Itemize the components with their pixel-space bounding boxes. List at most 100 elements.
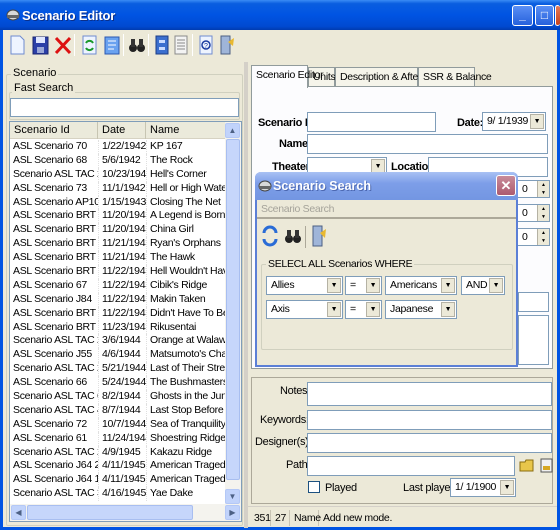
list-item[interactable]: ASL Scenario 61 11/24/1944 Shoestring Ridg… [10,431,230,446]
vertical-scroll-thumb[interactable] [226,139,240,480]
list-item[interactable]: Scenario ASL TAC 418/7/1944Last Stop Bef… [10,403,232,418]
notes-input[interactable] [307,382,552,406]
list-item[interactable]: ASL Scenario BRT 7 11/22/1943 Didn't Have … [10,306,232,321]
column-header-date[interactable]: Date [98,122,146,139]
scroll-left-button[interactable]: ◀ [11,505,26,520]
criteria-2-field[interactable]: Axis ▼ [266,300,343,319]
criteria-1-value[interactable]: Americans ▼ [385,276,457,295]
list-item[interactable]: ASL Scenario 73 11/1/1942 Hell or High Wat… [10,181,230,196]
list-item[interactable]: ASL Scenario 70 1/22/1942 KP 167 [10,140,230,154]
list-item[interactable]: ASL Scenario 72 10/7/1944 Sea of Tranquili… [10,417,230,432]
criteria-1-conjunction[interactable]: AND ▼ [461,276,505,295]
refresh-icon[interactable] [79,34,99,56]
scroll-right-button[interactable]: ▶ [225,505,240,520]
document-icon[interactable] [171,34,191,56]
minimize-button[interactable]: _ [512,5,533,26]
new-icon[interactable] [7,34,27,56]
name-input[interactable] [307,134,548,154]
criteria-2-operator[interactable]: = ▼ [345,300,382,319]
dropdown-arrow-icon[interactable]: ▼ [489,278,503,293]
list-item[interactable]: Scenario ASL TAC 304/16/1945Yae Dake [10,487,230,502]
list-item[interactable]: Scenario ASL TAC 294/9/1945Kakazu Ridge [10,445,230,460]
spinner-3[interactable]: 0 ▲ ▼ [517,228,550,246]
dropdown-arrow-icon[interactable]: ▼ [530,114,544,129]
list-item[interactable]: Scenario ASL TAC 275/21/1944Last of Thei… [10,362,232,377]
maximize-button[interactable]: □ [535,5,554,26]
scenario-id-input[interactable] [307,112,436,132]
dropdown-arrow-icon[interactable]: ▼ [371,159,385,173]
save-icon[interactable] [30,34,50,56]
dialog-close-button[interactable]: ✕ [496,175,516,196]
dropdown-arrow-icon[interactable]: ▼ [441,302,455,317]
close-button[interactable] [555,5,560,26]
list-item[interactable]: Scenario ASL TAC 2410/23/1942Hell's Corn… [10,167,230,182]
tab-scenario-editor[interactable]: Scenario Editor [251,65,324,88]
criteria-1-field[interactable]: Allies ▼ [266,276,343,295]
cabinet-icon[interactable] [152,34,172,56]
exit-door-icon[interactable] [216,34,236,56]
spinner-1[interactable]: 0 ▲ ▼ [517,180,550,198]
horizontal-scroll-thumb[interactable] [27,505,193,520]
last-played-picker[interactable]: 1/ 1/1900 ▼ [450,478,516,497]
horizontal-scrollbar[interactable]: ◀ ▶ [10,504,241,521]
list-item[interactable]: ASL Scenario BRT 1 11/21/1943 The Hawk [10,251,230,266]
list-item[interactable]: ASL Scenario 68 5/6/1942 The Rock [10,153,230,168]
notes-icon[interactable] [102,34,122,56]
list-item[interactable]: ASL Scenario J64 2v24/11/1945American Tr… [10,459,232,474]
spin-arrows-icon[interactable]: ▲ ▼ [537,229,549,245]
keywords-input[interactable] [307,410,552,430]
chevron-right-icon: ▶ [229,508,236,517]
scroll-up-button[interactable]: ▲ [225,123,240,138]
list-item[interactable]: ASL Scenario AP10 1/15/1943 Closing The Ne… [10,195,230,210]
designers-input[interactable] [307,433,552,453]
list-item[interactable]: ASL Scenario BRT 6 11/20/1943 A Legend is … [10,209,230,224]
list-item[interactable]: ASL Scenario 67 11/22/1943 Cibik's Ridge [10,278,230,293]
tab-description-aftermath[interactable]: Description & Aftermath [335,67,444,87]
dropdown-arrow-icon[interactable]: ▼ [500,480,514,495]
refresh-icon[interactable] [261,224,279,248]
criteria-1-operator[interactable]: = ▼ [345,276,382,295]
exit-door-icon[interactable] [309,224,327,248]
column-header-name[interactable]: Name [146,122,230,139]
fast-search-input[interactable] [10,98,239,117]
scroll-down-button[interactable]: ▼ [225,489,240,504]
title-bar[interactable]: Scenario Editor _ □ [0,0,560,30]
vertical-scrollbar[interactable]: ▲ ▼ [225,122,241,505]
list-item[interactable]: Scenario ASL TAC 618/2/1944Ghosts in the… [10,390,232,404]
spin-arrows-icon[interactable]: ▲ ▼ [537,205,549,221]
field-input-right[interactable] [518,292,549,312]
dialog-title-bar[interactable]: Scenario Search ✕ [255,172,518,200]
dropdown-arrow-icon[interactable]: ▼ [441,278,455,293]
help-icon[interactable]: ? [196,34,216,56]
dropdown-arrow-icon[interactable]: ▼ [327,278,341,293]
scenario-search-dialog: Scenario Search ✕ Scenario Search SELECL… [255,172,518,367]
criteria-2-value[interactable]: Japanese ▼ [385,300,457,319]
list-item[interactable]: ASL Scenario BRT 3 11/21/1943 Ryan's Orpha… [10,237,230,252]
list-item[interactable]: ASL Scenario 66 5/24/1944 The Bushmasters [10,376,230,391]
tab-ssr-balance[interactable]: SSR & Balance [418,67,492,87]
scenario-id-cell: Scenario ASL TAC 26 [13,334,98,347]
column-header-scenario-id[interactable]: Scenario Id [10,122,98,139]
spin-arrows-icon[interactable]: ▲ ▼ [537,181,549,197]
spinner-2[interactable]: 0 ▲ ▼ [517,204,550,222]
pane-splitter[interactable] [244,62,248,528]
delete-icon[interactable] [53,34,73,56]
browse-file-icon[interactable] [538,457,555,474]
binoculars-search-icon[interactable] [127,34,147,56]
open-folder-icon[interactable] [519,457,536,474]
date-picker[interactable]: 9/ 1/1939 ▼ [482,112,546,131]
list-item[interactable]: ASL Scenario J84 11/22/1943 Makin Taken [10,292,230,307]
textarea-right[interactable] [518,315,549,365]
path-input[interactable] [307,456,515,476]
dropdown-arrow-icon[interactable]: ▼ [366,278,380,293]
dropdown-arrow-icon[interactable]: ▼ [366,302,380,317]
list-item[interactable]: ASL Scenario BRT 4 11/23/1943 Rikusentai [10,320,230,335]
list-item[interactable]: ASL Scenario J55 4/6/1944Matsumoto's Char… [10,348,232,363]
list-item[interactable]: ASL Scenario BRT 5 11/22/1943 Hell Wouldn'… [10,265,232,279]
list-item[interactable]: ASL Scenario J64 1v24/11/1945American Tr… [10,473,231,488]
list-item[interactable]: ASL Scenario BRT 2 11/20/1943 China Girl [10,223,230,238]
played-checkbox[interactable] [308,481,320,493]
dropdown-arrow-icon[interactable]: ▼ [327,302,341,317]
binoculars-search-icon[interactable] [284,226,302,246]
list-item[interactable]: Scenario ASL TAC 263/6/1944Orange at Wal… [10,334,232,349]
